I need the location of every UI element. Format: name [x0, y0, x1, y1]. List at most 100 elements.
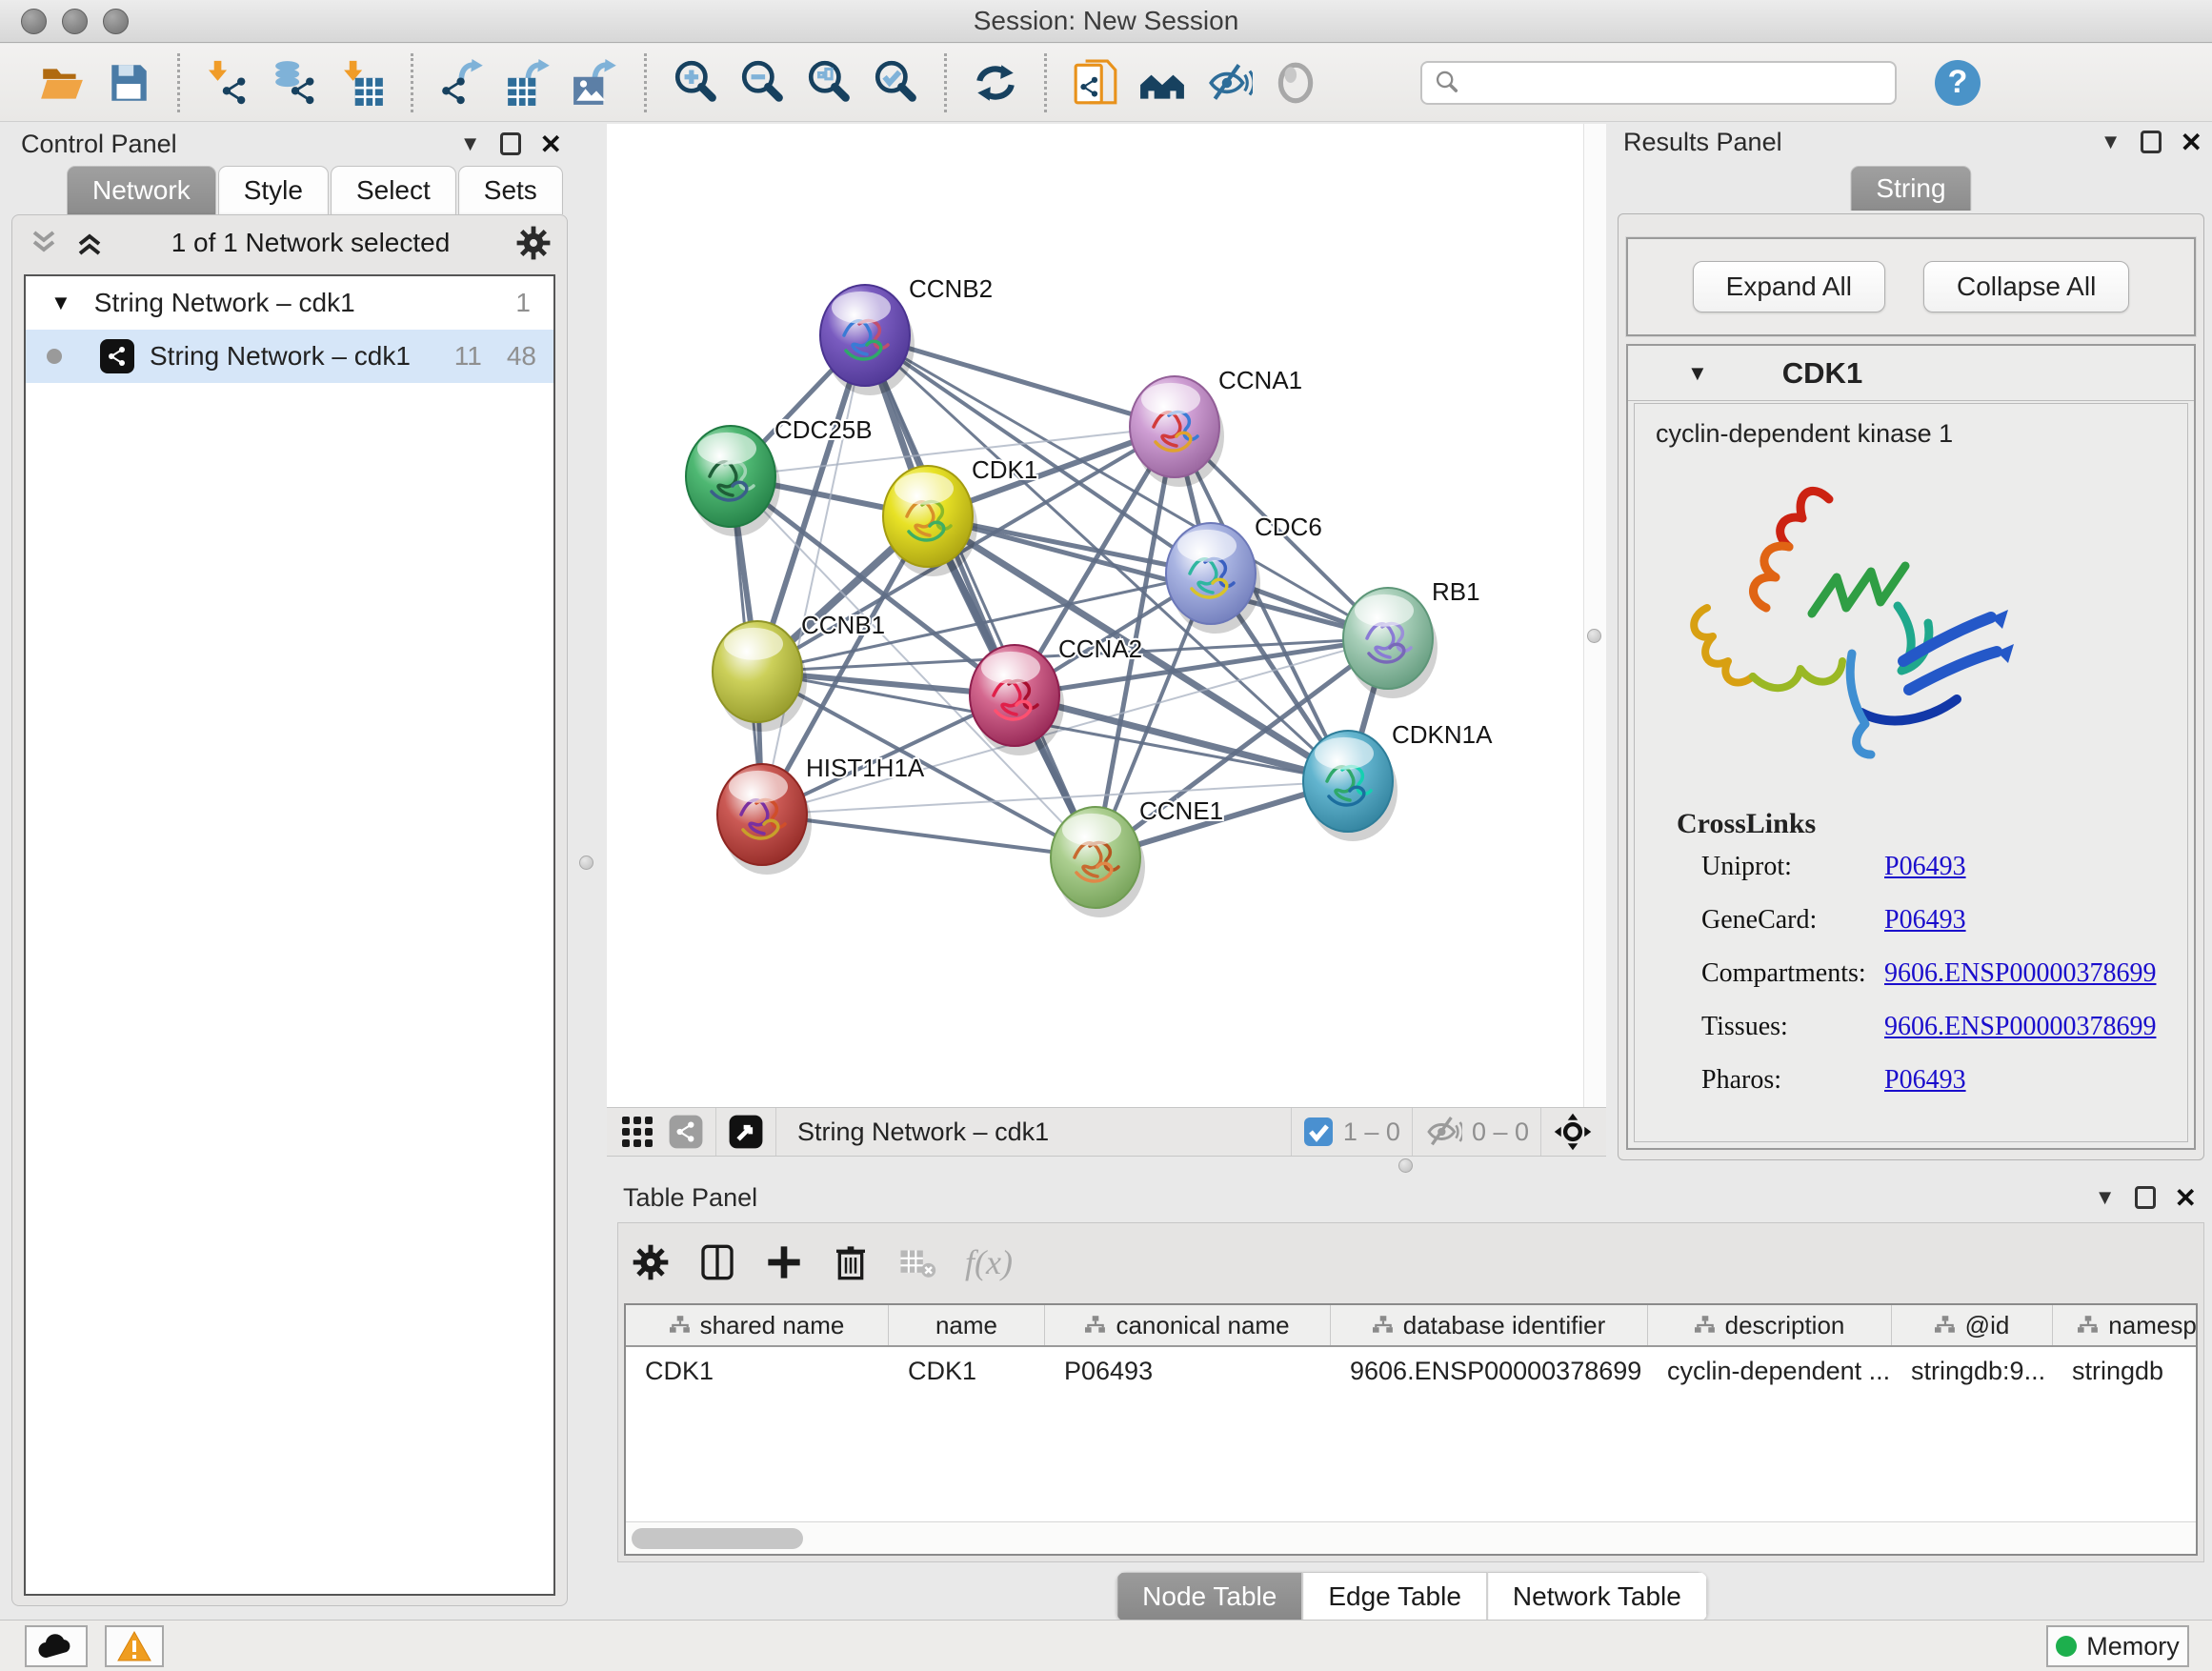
tab-sets[interactable]: Sets: [458, 166, 563, 214]
node-table[interactable]: shared name namecanonical namedatabase id…: [624, 1303, 2198, 1556]
network-node-ccnb2[interactable]: CCNB2: [820, 274, 993, 395]
column-header-namespace[interactable]: namespace: [2053, 1305, 2198, 1345]
results-panel-splitter[interactable]: [1583, 124, 1606, 1107]
panel-menu-icon[interactable]: ▼: [460, 131, 481, 156]
column-header-shared-name[interactable]: shared name: [626, 1305, 889, 1345]
tab-select[interactable]: Select: [331, 166, 456, 214]
table-cell[interactable]: P06493: [1045, 1347, 1331, 1395]
warning-button[interactable]: [105, 1625, 164, 1667]
create-column-icon[interactable]: [765, 1243, 803, 1281]
network-node-hist1h1a[interactable]: HIST1H1A: [717, 754, 925, 875]
export-image-icon[interactable]: [568, 53, 623, 112]
panel-close-icon[interactable]: ✕: [2181, 127, 2202, 158]
network-node-cdkn1a[interactable]: CDKN1A: [1303, 720, 1493, 841]
memory-button[interactable]: Memory: [2046, 1625, 2189, 1667]
show-all-icon[interactable]: [1268, 53, 1323, 112]
column-header-@id[interactable]: @id: [1892, 1305, 2053, 1345]
column-header-database-identifier[interactable]: database identifier: [1331, 1305, 1648, 1345]
export-network-icon[interactable]: [434, 53, 490, 112]
tab-string[interactable]: String: [1850, 166, 1971, 211]
table-cell[interactable]: CDK1: [889, 1347, 1045, 1395]
collapse-all-button[interactable]: Collapse All: [1923, 261, 2129, 312]
search-input[interactable]: [1420, 61, 1897, 105]
panel-float-icon[interactable]: [2141, 131, 2162, 153]
search-icon: [1434, 70, 1460, 96]
table-cell[interactable]: cyclin-dependent ...: [1648, 1347, 1892, 1395]
delete-column-icon[interactable]: [832, 1243, 870, 1281]
network-row[interactable]: String Network – cdk1 11 48: [26, 330, 553, 383]
import-network-database-icon[interactable]: [268, 53, 323, 112]
column-header-canonical-name[interactable]: canonical name: [1045, 1305, 1331, 1345]
tab-style[interactable]: Style: [218, 166, 329, 214]
save-session-icon[interactable]: [101, 53, 156, 112]
show-columns-icon[interactable]: [698, 1243, 736, 1281]
entry-collapse-icon[interactable]: ▼: [1687, 361, 1708, 386]
zoom-out-icon[interactable]: [734, 53, 790, 112]
network-options-gear-icon[interactable]: [515, 225, 552, 261]
tab-network-table[interactable]: Network Table: [1487, 1572, 1707, 1621]
table-panel-splitter-handle[interactable]: [1398, 1158, 1413, 1173]
column-header-description[interactable]: description: [1648, 1305, 1892, 1345]
column-type-icon: [1935, 1316, 1956, 1335]
panel-menu-icon[interactable]: ▼: [2101, 130, 2122, 154]
table-cell[interactable]: stringdb:9...: [1892, 1347, 2053, 1395]
network-node-rb1[interactable]: RB1: [1343, 577, 1480, 698]
panel-close-icon[interactable]: ✕: [2175, 1182, 2197, 1214]
column-label: shared name: [700, 1311, 845, 1340]
column-header-name[interactable]: name: [889, 1305, 1045, 1345]
table-cell[interactable]: 9606.ENSP00000378699: [1331, 1347, 1648, 1395]
control-panel-splitter-handle[interactable]: [579, 856, 593, 870]
selected-checkbox-icon[interactable]: [1303, 1117, 1334, 1147]
open-session-icon[interactable]: [34, 53, 90, 112]
hide-selected-icon[interactable]: [1201, 53, 1257, 112]
gene-entry-header[interactable]: ▼ CDK1: [1628, 346, 2194, 401]
node-label-ccnb1: CCNB1: [801, 611, 885, 639]
export-table-icon[interactable]: [501, 53, 556, 112]
zoom-selected-icon[interactable]: [868, 53, 923, 112]
protein-structure-image: [1669, 458, 2041, 792]
scrollbar-thumb[interactable]: [632, 1528, 803, 1549]
network-canvas[interactable]: CCNB2CCNA1CDC25BCDK1CDC6RB1CCNB1CCNA2CDK…: [607, 124, 1583, 1107]
import-network-icon[interactable]: [201, 53, 256, 112]
zoom-fit-icon[interactable]: [801, 53, 856, 112]
import-table-icon[interactable]: [334, 53, 390, 112]
tab-node-table[interactable]: Node Table: [1116, 1572, 1302, 1621]
panel-close-icon[interactable]: ✕: [540, 129, 562, 160]
collection-expand-icon[interactable]: ▼: [50, 291, 71, 315]
help-icon[interactable]: ?: [1935, 60, 1981, 106]
zoom-in-icon[interactable]: [668, 53, 723, 112]
crosslink-link[interactable]: P06493: [1884, 1065, 1966, 1096]
edge-ccnb2-hist1h1a[interactable]: [762, 335, 865, 815]
pan-crosshair-icon[interactable]: [1553, 1112, 1593, 1152]
crosslink-link[interactable]: P06493: [1884, 905, 1966, 936]
network-node-cdk1[interactable]: CDK1: [883, 455, 1037, 576]
collapse-all-icon[interactable]: [28, 227, 60, 259]
expand-all-button[interactable]: Expand All: [1693, 261, 1885, 312]
cloud-status-button[interactable]: [25, 1625, 88, 1667]
table-cell[interactable]: CDK1: [626, 1347, 889, 1395]
panel-float-icon[interactable]: [2135, 1186, 2156, 1209]
crosslink-link[interactable]: 9606.ENSP00000378699: [1884, 958, 2156, 989]
network-node-ccne1[interactable]: CCNE1: [1051, 796, 1223, 917]
birds-eye-view-icon[interactable]: [728, 1114, 764, 1150]
expand-all-icon[interactable]: [73, 227, 106, 259]
crosslink-link[interactable]: 9606.ENSP00000378699: [1884, 1012, 2156, 1042]
network-node-cdc25b[interactable]: CDC25B: [686, 415, 873, 536]
panel-float-icon[interactable]: [500, 132, 521, 155]
document-network-icon[interactable]: [1068, 53, 1123, 112]
grid-view-icon[interactable]: [620, 1115, 654, 1149]
tab-edge-table[interactable]: Edge Table: [1302, 1572, 1487, 1621]
hidden-eye-icon[interactable]: [1424, 1113, 1462, 1151]
table-options-gear-icon[interactable]: [632, 1243, 670, 1281]
table-cell[interactable]: stringdb: [2053, 1347, 2198, 1395]
table-horizontal-scrollbar[interactable]: [626, 1521, 2196, 1554]
panel-menu-icon[interactable]: ▼: [2095, 1185, 2116, 1210]
refresh-icon[interactable]: [968, 53, 1023, 112]
home-icon[interactable]: [1135, 53, 1190, 112]
edge-hist1h1a-ccne1[interactable]: [762, 815, 1096, 857]
network-collection-row[interactable]: ▼ String Network – cdk1 1: [26, 276, 553, 330]
results-panel-splitter-handle[interactable]: [1587, 629, 1601, 643]
tab-network[interactable]: Network: [67, 166, 216, 214]
crosslink-link[interactable]: P06493: [1884, 852, 1966, 882]
network-view-icon[interactable]: [668, 1114, 704, 1150]
